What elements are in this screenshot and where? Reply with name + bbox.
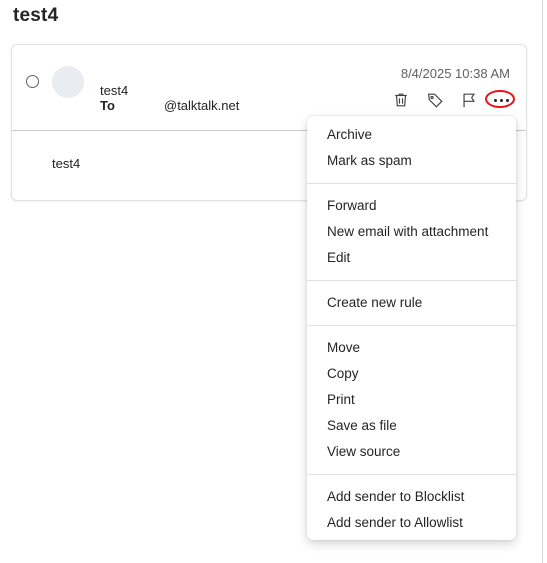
select-radio[interactable] — [26, 75, 39, 88]
message-body: test4 — [52, 156, 81, 171]
highlight-annotation — [485, 90, 515, 108]
page: test4 test4 To @talktalk.net 8/4/2025 10… — [0, 0, 547, 563]
menu-item-view-source[interactable]: View source — [307, 439, 516, 465]
menu-divider — [307, 325, 516, 326]
menu-item-add-to-allowlist[interactable]: Add sender to Allowlist — [307, 510, 516, 536]
menu-divider — [307, 183, 516, 184]
sender-name[interactable]: test4 — [100, 83, 128, 98]
message-subject: test4 — [13, 5, 59, 26]
tag-icon — [428, 93, 443, 108]
more-actions-button[interactable] — [485, 89, 517, 111]
menu-item-create-new-rule[interactable]: Create new rule — [307, 290, 516, 316]
menu-divider — [307, 280, 516, 281]
trash-icon — [395, 93, 407, 107]
menu-item-move[interactable]: Move — [307, 335, 516, 361]
delete-button[interactable] — [390, 89, 412, 111]
menu-divider — [307, 474, 516, 475]
message-date: 8/4/2025 10:38 AM — [400, 66, 510, 81]
menu-item-add-to-blocklist[interactable]: Add sender to Blocklist — [307, 484, 516, 510]
menu-item-copy[interactable]: Copy — [307, 361, 516, 387]
menu-item-mark-as-spam[interactable]: Mark as spam — [307, 148, 516, 174]
message-actions — [390, 89, 492, 111]
menu-item-print[interactable]: Print — [307, 387, 516, 413]
more-actions-menu: Archive Mark as spam Forward New email w… — [307, 116, 516, 540]
to-recipient[interactable]: @talktalk.net — [164, 98, 239, 113]
categorize-button[interactable] — [424, 89, 446, 111]
menu-item-forward[interactable]: Forward — [307, 193, 516, 219]
to-label: To — [100, 98, 115, 113]
avatar — [52, 66, 84, 98]
menu-item-save-as-file[interactable]: Save as file — [307, 413, 516, 439]
pane-border — [542, 0, 543, 563]
menu-item-new-email-with-attachment[interactable]: New email with attachment — [307, 219, 516, 245]
flag-button[interactable] — [458, 89, 480, 111]
flag-icon — [463, 93, 476, 108]
menu-item-edit[interactable]: Edit — [307, 245, 516, 271]
menu-item-archive[interactable]: Archive — [307, 122, 516, 148]
